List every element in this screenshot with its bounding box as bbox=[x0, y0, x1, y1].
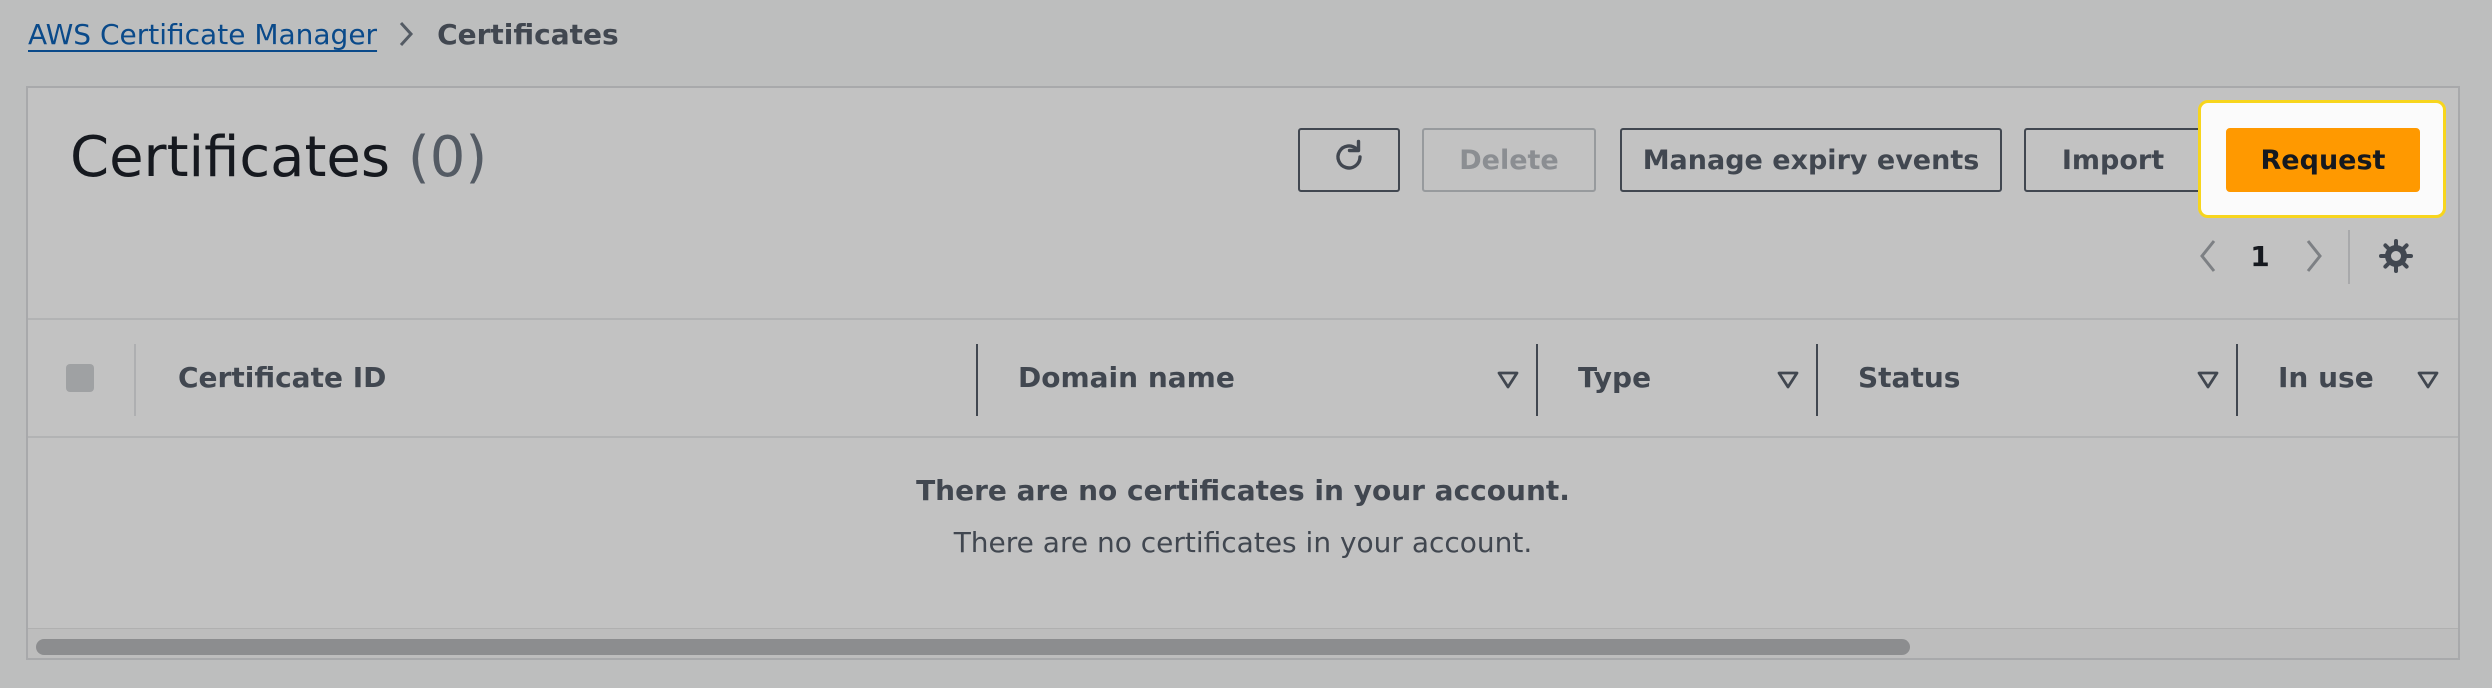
breadcrumb: AWS Certificate Manager Certificates bbox=[28, 14, 619, 54]
empty-state-title: There are no certificates in your accoun… bbox=[916, 474, 1570, 507]
page-title-text: Certificates bbox=[70, 125, 391, 190]
breadcrumb-link-acm[interactable]: AWS Certificate Manager bbox=[28, 18, 377, 51]
column-header-domain-name[interactable]: Domain name bbox=[1018, 358, 1235, 398]
column-divider bbox=[134, 344, 136, 416]
table-header: Certificate ID Domain name Type Status I… bbox=[28, 320, 2458, 438]
gear-icon[interactable] bbox=[2368, 226, 2424, 286]
page-number[interactable]: 1 bbox=[2240, 226, 2280, 286]
column-header-status[interactable]: Status bbox=[1858, 358, 1960, 398]
refresh-button[interactable] bbox=[1298, 128, 1400, 192]
sort-icon[interactable] bbox=[1496, 368, 1520, 392]
horizontal-scrollbar-thumb[interactable] bbox=[36, 639, 1910, 655]
sort-icon[interactable] bbox=[1776, 368, 1800, 392]
chevron-right-icon bbox=[397, 20, 415, 48]
column-divider[interactable] bbox=[1816, 344, 1818, 416]
column-divider[interactable] bbox=[976, 344, 978, 416]
pagination-divider bbox=[2348, 230, 2350, 284]
column-header-in-use[interactable]: In use bbox=[2278, 358, 2374, 398]
column-divider[interactable] bbox=[2236, 344, 2238, 416]
certificates-panel: Certificates (0) Delete Manage expiry ev… bbox=[26, 86, 2460, 660]
empty-state-description: There are no certificates in your accoun… bbox=[953, 526, 1533, 559]
import-button[interactable]: Import bbox=[2024, 128, 2202, 192]
delete-button[interactable]: Delete bbox=[1422, 128, 1596, 192]
breadcrumb-current: Certificates bbox=[437, 17, 619, 51]
column-divider[interactable] bbox=[1536, 344, 1538, 416]
chevron-right-icon[interactable] bbox=[2294, 226, 2334, 286]
page-title: Certificates (0) bbox=[70, 122, 487, 194]
request-button[interactable]: Request bbox=[2226, 128, 2420, 192]
chevron-left-icon[interactable] bbox=[2188, 226, 2228, 286]
sort-icon[interactable] bbox=[2196, 368, 2220, 392]
column-header-type[interactable]: Type bbox=[1578, 358, 1651, 398]
table-header-divider bbox=[28, 436, 2458, 438]
select-all-checkbox[interactable] bbox=[66, 364, 94, 392]
manage-expiry-events-button[interactable]: Manage expiry events bbox=[1620, 128, 2002, 192]
sort-icon[interactable] bbox=[2416, 368, 2440, 392]
certificate-count: (0) bbox=[407, 125, 488, 190]
refresh-icon bbox=[1329, 137, 1369, 184]
column-header-certificate-id[interactable]: Certificate ID bbox=[178, 358, 386, 398]
horizontal-scrollbar[interactable] bbox=[28, 628, 2458, 658]
